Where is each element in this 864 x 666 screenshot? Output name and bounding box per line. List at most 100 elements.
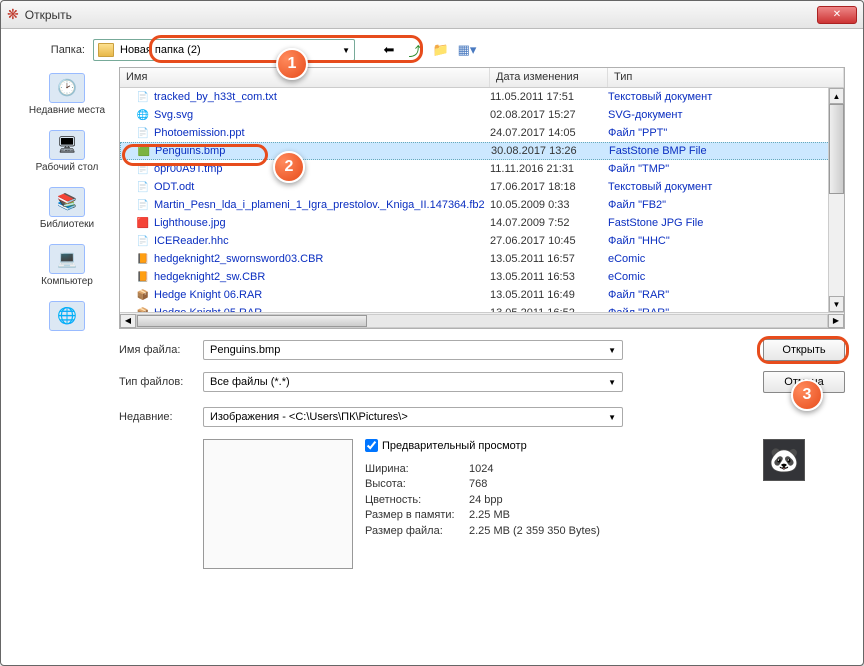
file-name: ICEReader.hhc [154, 235, 229, 247]
file-name: Penguins.bmp [155, 145, 225, 157]
header-type[interactable]: Тип [608, 68, 844, 87]
file-date: 13.05.2011 16:49 [490, 289, 608, 301]
recent-combo[interactable]: Изображения - <C:\Users\ПК\Pictures\>▼ [203, 407, 623, 427]
place-recent[interactable]: 🕑Недавние места [29, 73, 105, 116]
file-name: Hedge Knight 06.RAR [154, 289, 262, 301]
vertical-scrollbar[interactable]: ▲▼ [828, 88, 844, 312]
file-date: 27.06.2017 10:45 [490, 235, 608, 247]
file-type: Текстовый документ [608, 181, 844, 193]
filename-label: Имя файла: [119, 344, 203, 356]
callout-1: 1 [276, 48, 308, 80]
preview-checkbox[interactable]: Предварительный просмотр [365, 439, 751, 452]
file-date: 24.07.2017 14:05 [490, 127, 608, 139]
file-type: FastStone JPG File [608, 217, 844, 229]
preview-info: Предварительный просмотр Ширина:1024 Выс… [365, 439, 751, 569]
file-date: 10.05.2009 0:33 [490, 199, 608, 211]
filetype-label: Тип файлов: [119, 376, 203, 388]
file-row[interactable]: 📄 opr00A9T.tmp 11.11.2016 21:31Файл "TMP" [120, 160, 844, 178]
file-date: 13.05.2011 16:57 [490, 253, 608, 265]
file-type: Файл "FB2" [608, 199, 844, 211]
preview-box [203, 439, 353, 569]
place-network[interactable]: 🌐 [49, 301, 85, 333]
file-icon: 📄 [136, 90, 150, 104]
file-name: opr00A9T.tmp [154, 163, 222, 175]
titlebar: ❋ Открыть ✕ [1, 1, 863, 29]
file-list: Имя Дата изменения Тип 📄 tracked_by_h33t_… [119, 67, 845, 329]
folder-label: Папка: [19, 44, 93, 56]
file-name: Svg.svg [154, 109, 193, 121]
file-name: hedgeknight2_sw.CBR [154, 271, 265, 283]
callout-2: 2 [273, 151, 305, 183]
file-row[interactable]: 📦 Hedge Knight 06.RAR 13.05.2011 16:49Файл… [120, 286, 844, 304]
place-libraries[interactable]: 📚Библиотеки [40, 187, 94, 230]
app-icon: ❋ [7, 6, 19, 23]
file-name: Lighthouse.jpg [154, 217, 226, 229]
folder-toolbar: ⬅ ⤴ 📁 ▦▾ [379, 40, 477, 60]
chevron-down-icon: ▼ [342, 46, 350, 55]
file-date: 11.11.2016 21:31 [490, 163, 608, 175]
place-desktop[interactable]: 🖥Рабочий стол [36, 130, 99, 173]
file-icon: 📄 [136, 126, 150, 140]
up-button[interactable]: ⤴ [405, 40, 425, 60]
folder-combo[interactable]: Новая папка (2) ▼ [93, 39, 355, 61]
file-type: SVG-документ [608, 109, 844, 121]
file-row[interactable]: 🟩 Penguins.bmp 30.08.2017 13:26FastStone B… [120, 142, 844, 160]
file-icon: 🟥 [136, 216, 150, 230]
close-button[interactable]: ✕ [817, 6, 857, 24]
file-type: FastStone BMP File [609, 145, 843, 157]
file-name: ODT.odt [154, 181, 194, 193]
window-title: Открыть [25, 8, 72, 22]
folder-icon [98, 43, 114, 57]
file-icon: 📄 [136, 180, 150, 194]
file-row[interactable]: 📙 hedgeknight2_sw.CBR 13.05.2011 16:53eCom… [120, 268, 844, 286]
file-row[interactable]: 📄 tracked_by_h33t_com.txt 11.05.2011 17:51… [120, 88, 844, 106]
file-name: Martin_Pesn_lda_i_plameni_1_Igra_prestol… [154, 199, 485, 211]
file-type: Файл "PPT" [608, 127, 844, 139]
file-icon: 📦 [136, 288, 150, 302]
file-row[interactable]: 📄Martin_Pesn_lda_i_plameni_1_Igra_presto… [120, 196, 844, 214]
file-date: 02.08.2017 15:27 [490, 109, 608, 121]
file-icon: 🟩 [137, 144, 151, 158]
recent-label: Недавние: [119, 411, 203, 423]
file-type: eComic [608, 271, 844, 283]
file-name: tracked_by_h33t_com.txt [154, 91, 277, 103]
file-row[interactable]: 📄 ICEReader.hhc 27.06.2017 10:45Файл "HHC" [120, 232, 844, 250]
back-button[interactable]: ⬅ [379, 40, 399, 60]
file-row[interactable]: 📦Hedge Knight 05.RAR13.05.2011 16:52Файл… [120, 304, 844, 312]
file-date: 14.07.2009 7:52 [490, 217, 608, 229]
file-row[interactable]: 📄ODT.odt17.06.2017 18:18Текстовый докуме… [120, 178, 844, 196]
horizontal-scrollbar[interactable]: ◀▶ [120, 312, 844, 328]
file-name: Photoemission.ppt [154, 127, 245, 139]
new-folder-button[interactable]: 📁 [431, 40, 451, 60]
open-dialog: ❋ Открыть ✕ Папка: Новая папка (2) ▼ ⬅ ⤴… [0, 0, 864, 666]
file-type: Файл "TMP" [608, 163, 844, 175]
file-row[interactable]: 📙 hedgeknight2_swornsword03.CBR 13.05.2011… [120, 250, 844, 268]
file-type: Файл "HHC" [608, 235, 844, 247]
open-button[interactable]: Открыть [763, 339, 845, 361]
file-icon: 📄 [136, 234, 150, 248]
folder-value: Новая папка (2) [120, 44, 201, 56]
header-date[interactable]: Дата изменения [490, 68, 608, 87]
views-button[interactable]: ▦▾ [457, 40, 477, 60]
filetype-combo[interactable]: Все файлы (*.*)▼ [203, 372, 623, 392]
callout-3: 3 [791, 379, 823, 411]
file-icon: 📄 [136, 162, 150, 176]
dialog-content: Папка: Новая папка (2) ▼ ⬅ ⤴ 📁 ▦▾ 🕑Недав… [1, 29, 863, 579]
file-date: 11.05.2011 17:51 [490, 91, 608, 103]
file-name: hedgeknight2_swornsword03.CBR [154, 253, 323, 265]
places-bar: 🕑Недавние места 🖥Рабочий стол 📚Библиотек… [19, 67, 115, 569]
file-icon: 📙 [136, 252, 150, 266]
column-headers: Имя Дата изменения Тип [120, 68, 844, 88]
preview-thumbnail: 🐼 [763, 439, 805, 481]
place-computer[interactable]: 💻Компьютер [41, 244, 93, 287]
file-icon: 📙 [136, 270, 150, 284]
file-type: Файл "RAR" [608, 289, 844, 301]
file-type: eComic [608, 253, 844, 265]
file-row[interactable]: 🌐Svg.svg02.08.2017 15:27SVG-документ [120, 106, 844, 124]
file-type: Текстовый документ [608, 91, 844, 103]
filename-input[interactable]: Penguins.bmp▼ [203, 340, 623, 360]
file-row[interactable]: 🟥 Lighthouse.jpg 14.07.2009 7:52FastStone … [120, 214, 844, 232]
file-row[interactable]: 📄 Photoemission.ppt 24.07.2017 14:05Файл "… [120, 124, 844, 142]
file-date: 13.05.2011 16:53 [490, 271, 608, 283]
file-date: 30.08.2017 13:26 [491, 145, 609, 157]
